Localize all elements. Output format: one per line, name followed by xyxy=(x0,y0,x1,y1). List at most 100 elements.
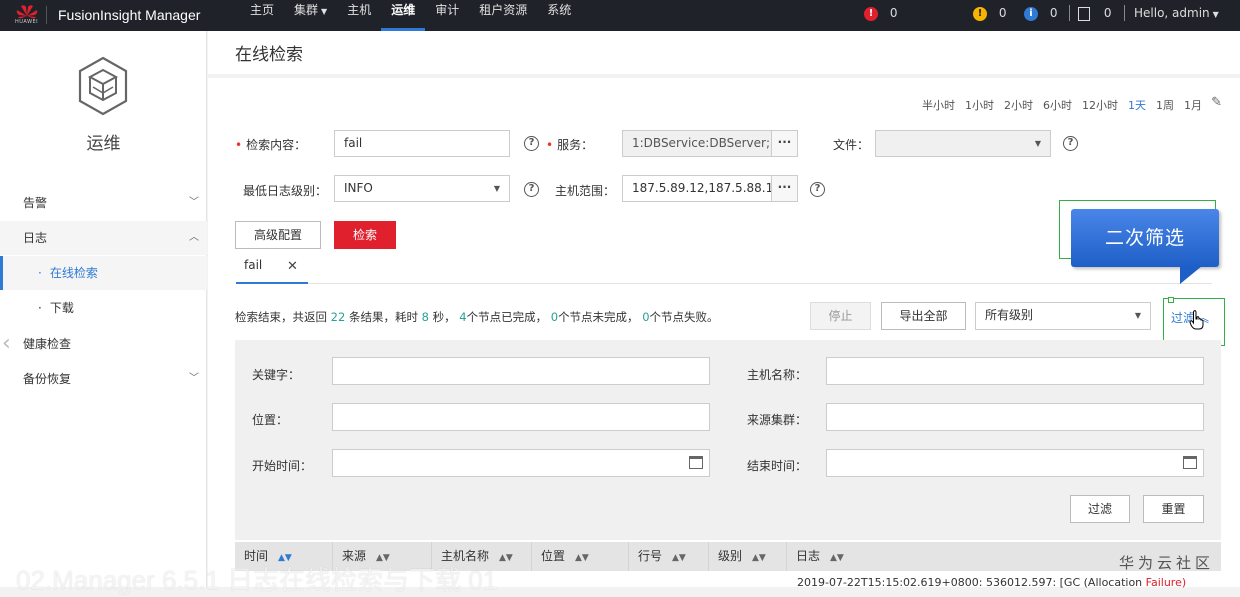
calendar-icon[interactable] xyxy=(689,456,703,469)
sort-icon: ▲▼ xyxy=(575,553,589,563)
collapse-sidebar-icon[interactable]: ‹ xyxy=(2,331,11,356)
search-summary: 检索结束，共返回 22 条结果，耗时 8 秒， 4个节点已完成， 0个节点未完成… xyxy=(235,310,719,324)
keyword-label: 关键字： xyxy=(252,368,301,382)
active-tab-indicator xyxy=(236,282,308,284)
nav-hosts[interactable]: 主机 xyxy=(337,0,381,31)
service-picker-button[interactable]: ··· xyxy=(771,130,798,157)
source-cluster-label: 来源集群： xyxy=(747,413,808,427)
source-cluster-input[interactable] xyxy=(826,403,1204,431)
sidebar-title: 运维 xyxy=(86,134,121,154)
time-range-2h[interactable]: 2小时 xyxy=(1004,97,1033,113)
app-brand[interactable]: FusionInsight Manager xyxy=(58,7,200,23)
time-range-1h[interactable]: 1小时 xyxy=(965,97,994,113)
sidebar-item-alarms[interactable]: 告警 ﹀ xyxy=(0,186,207,220)
hostname-input[interactable] xyxy=(826,357,1204,385)
nav-cluster[interactable]: 集群 ▼ xyxy=(284,0,337,31)
level-filter-select[interactable]: 所有级别 ▼ xyxy=(975,302,1151,330)
start-time-input[interactable] xyxy=(332,449,710,477)
nav-audit[interactable]: 审计 xyxy=(425,0,469,31)
search-content-input[interactable]: fail xyxy=(334,130,510,157)
reset-filter-button[interactable]: 重置 xyxy=(1143,495,1204,523)
top-navigation-bar: HUAWEI FusionInsight Manager 主页 集群 ▼ 主机 运… xyxy=(0,0,1240,31)
sidebar-item-logs[interactable]: 日志 ︿ xyxy=(0,221,207,255)
highlight-handle xyxy=(1168,297,1174,303)
keyword-input[interactable] xyxy=(332,357,710,385)
sidebar-item-online-search[interactable]: · 在线检索 xyxy=(0,256,207,290)
search-content-label: • 检索内容： xyxy=(235,138,307,152)
end-time-label: 结束时间： xyxy=(747,459,808,473)
time-range-selector: 半小时 1小时 2小时 6小时 12小时 1天 1周 1月 xyxy=(922,97,1202,113)
edit-pencil-icon[interactable]: ✎ xyxy=(1211,95,1222,110)
divider xyxy=(1124,5,1125,21)
sidebar-item-download[interactable]: · 下载 xyxy=(0,291,207,325)
time-range-1m[interactable]: 1月 xyxy=(1184,97,1202,113)
time-range-1d[interactable]: 1天 xyxy=(1128,97,1146,113)
nav-home[interactable]: 主页 xyxy=(240,0,284,31)
time-range-12h[interactable]: 12小时 xyxy=(1082,97,1118,113)
sidebar-item-backup-restore[interactable]: 备份恢复 ﹀ xyxy=(0,362,207,396)
chevron-down-icon: ﹀ xyxy=(189,197,199,208)
om-cube-icon xyxy=(78,56,128,116)
time-range-30min[interactable]: 半小时 xyxy=(922,97,955,113)
close-icon[interactable]: ✕ xyxy=(287,259,298,274)
host-picker-button[interactable]: ··· xyxy=(771,175,798,202)
filter-panel: 关键字： 主机名称： 位置： 来源集群： 开始时间： 结束时间： 过滤 重置 xyxy=(235,340,1221,540)
nav-om[interactable]: 运维 xyxy=(381,0,426,31)
caret-down-icon: ▼ xyxy=(493,184,500,193)
community-watermark: 华为云社区 xyxy=(1119,554,1215,572)
result-tab[interactable]: fail xyxy=(244,258,262,272)
hand-cursor-icon xyxy=(1189,310,1204,330)
major-alarm-indicator[interactable]: ! 0 xyxy=(973,3,1006,23)
sidebar: 运维 告警 ﹀ 日志 ︿ · 在线检索 · 下载 健康检查 备份恢复 ﹀ ‹ xyxy=(0,31,207,587)
chevron-down-icon: ﹀ xyxy=(189,373,199,384)
chevron-up-icon: ︿ xyxy=(189,232,199,243)
tutorial-callout: 二次筛选 xyxy=(1071,209,1219,267)
start-time-label: 开始时间： xyxy=(252,459,313,473)
time-range-1w[interactable]: 1周 xyxy=(1156,97,1174,113)
host-range-label: 主机范围： xyxy=(555,184,616,198)
sort-icon: ▲▼ xyxy=(672,553,686,563)
help-icon[interactable]: ? xyxy=(810,182,825,197)
stop-button[interactable]: 停止 xyxy=(810,302,871,330)
help-icon[interactable]: ? xyxy=(1063,136,1078,151)
column-level[interactable]: 级别 ▲▼ xyxy=(709,542,787,571)
critical-alarm-indicator[interactable]: ! 0 xyxy=(864,3,897,23)
sidebar-item-health-check[interactable]: 健康检查 xyxy=(0,327,207,361)
time-range-6h[interactable]: 6小时 xyxy=(1043,97,1072,113)
export-all-button[interactable]: 导出全部 xyxy=(881,302,966,330)
search-button[interactable]: 检索 xyxy=(334,221,396,249)
column-line-number[interactable]: 行号 ▲▼ xyxy=(629,542,709,571)
main-nav: 主页 集群 ▼ 主机 运维 审计 租户资源 系统 xyxy=(240,0,581,31)
host-range-input[interactable]: 187.5.89.12,187.5.88.122 xyxy=(622,175,772,202)
end-time-input[interactable] xyxy=(826,449,1204,477)
min-log-level-select[interactable]: INFO ▼ xyxy=(334,175,510,202)
task-list-icon xyxy=(1078,6,1090,21)
log-row-fragment: 2019-07-22T15:15:02.619+0800: 536012.597… xyxy=(797,576,1187,589)
task-indicator[interactable]: 0 xyxy=(1078,3,1111,23)
divider xyxy=(1069,5,1070,21)
help-icon[interactable]: ? xyxy=(524,182,539,197)
user-menu[interactable]: Hello, admin ▼ xyxy=(1134,3,1219,23)
service-label: • 服务： xyxy=(546,138,594,152)
caret-down-icon: ▼ xyxy=(1134,311,1141,320)
location-label: 位置： xyxy=(252,413,289,427)
main-panel: 半小时 1小时 2小时 6小时 12小时 1天 1周 1月 ✎ • 检索内容： f… xyxy=(208,78,1240,589)
column-location[interactable]: 位置 ▲▼ xyxy=(532,542,629,571)
advanced-config-button[interactable]: 高级配置 xyxy=(235,221,321,249)
help-icon[interactable]: ? xyxy=(524,136,539,151)
nav-system[interactable]: 系统 xyxy=(537,0,581,31)
page-header: 在线检索 xyxy=(208,31,1240,74)
info-alarm-indicator[interactable]: i 0 xyxy=(1024,3,1057,23)
hostname-label: 主机名称： xyxy=(747,368,808,382)
video-title-watermark: 02.Manager 6.5.1 日志在线检索与下载 01 xyxy=(16,565,498,595)
tab-divider xyxy=(236,283,1212,284)
calendar-icon[interactable] xyxy=(1183,456,1197,469)
sort-icon: ▲▼ xyxy=(752,553,766,563)
caret-down-icon: ▼ xyxy=(1212,10,1219,19)
file-select[interactable]: ▼ xyxy=(875,130,1051,157)
service-input[interactable]: 1:DBService:DBServer;1: xyxy=(622,130,772,157)
apply-filter-button[interactable]: 过滤 xyxy=(1070,495,1130,523)
info-icon: i xyxy=(1024,6,1038,21)
nav-tenant-resources[interactable]: 租户资源 xyxy=(469,0,537,31)
location-input[interactable] xyxy=(332,403,710,431)
